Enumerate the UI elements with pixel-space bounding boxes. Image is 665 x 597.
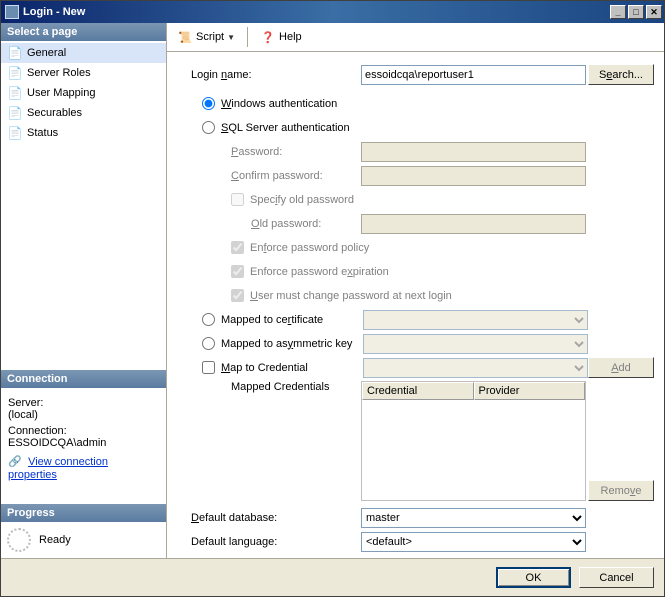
sql-auth-label: SQL Server authentication	[221, 122, 350, 134]
script-label: Script	[196, 31, 224, 43]
remove-button: Remove	[588, 480, 654, 501]
credential-select	[363, 358, 588, 378]
page-list: 📄 General 📄 Server Roles 📄 User Mapping …	[1, 41, 166, 145]
login-name-input[interactable]	[361, 65, 586, 85]
script-icon: 📜	[177, 29, 193, 45]
ok-button[interactable]: OK	[496, 567, 571, 588]
old-password-input	[361, 214, 586, 234]
windows-auth-radio[interactable]	[202, 97, 215, 110]
link-icon: 🔗	[8, 455, 22, 469]
page-icon: 📄	[7, 105, 23, 121]
dialog-button-bar: OK Cancel	[1, 558, 664, 596]
page-label: Status	[27, 127, 58, 139]
confirm-password-label: Confirm password:	[231, 170, 361, 182]
default-database-select[interactable]: master	[361, 508, 586, 528]
map-credential-label: Map to Credential	[221, 362, 363, 374]
connection-header: Connection	[1, 370, 166, 388]
close-button[interactable]: ✕	[646, 5, 662, 19]
connection-value: ESSOIDCQA\admin	[8, 437, 159, 449]
enforce-expiration-label: Enforce password expiration	[250, 266, 389, 278]
select-page-header: Select a page	[1, 23, 166, 41]
page-label: Server Roles	[27, 67, 91, 79]
mapped-asym-label: Mapped to asymmetric key	[221, 338, 363, 350]
mapped-cert-radio[interactable]	[202, 313, 215, 326]
password-label: Password:	[231, 146, 361, 158]
page-general[interactable]: 📄 General	[1, 43, 166, 63]
view-connection-properties-link[interactable]: View connection properties	[8, 456, 108, 481]
page-label: Securables	[27, 107, 82, 119]
password-input	[361, 142, 586, 162]
page-icon: 📄	[7, 85, 23, 101]
login-name-label: Login name:	[191, 69, 361, 81]
default-language-select[interactable]: <default>	[361, 532, 586, 552]
page-label: User Mapping	[27, 87, 95, 99]
page-label: General	[27, 47, 66, 59]
provider-column-header[interactable]: Provider	[474, 382, 586, 400]
window-title: Login - New	[23, 6, 608, 18]
minimize-button[interactable]: _	[610, 5, 626, 19]
help-icon: ❓	[260, 29, 276, 45]
certificate-select	[363, 310, 588, 330]
must-change-checkbox	[231, 289, 244, 302]
specify-old-password-label: Specify old password	[250, 194, 354, 206]
page-server-roles[interactable]: 📄 Server Roles	[1, 63, 166, 83]
maximize-button[interactable]: □	[628, 5, 644, 19]
help-button[interactable]: ❓ Help	[256, 27, 306, 47]
mapped-credentials-label: Mapped Credentials	[231, 381, 361, 393]
page-icon: 📄	[7, 65, 23, 81]
enforce-expiration-checkbox	[231, 265, 244, 278]
asym-key-select	[363, 334, 588, 354]
server-label: Server:	[8, 397, 159, 409]
login-new-dialog: Login - New _ □ ✕ Select a page 📄 Genera…	[0, 0, 665, 597]
progress-status: Ready	[39, 534, 71, 546]
search-button[interactable]: Search...	[588, 64, 654, 85]
general-form: Login name: Search... Windows authentica…	[167, 52, 664, 558]
page-status[interactable]: 📄 Status	[1, 123, 166, 143]
mapped-cert-label: Mapped to certificate	[221, 314, 363, 326]
script-button[interactable]: 📜 Script ▼	[173, 27, 239, 47]
page-user-mapping[interactable]: 📄 User Mapping	[1, 83, 166, 103]
help-label: Help	[279, 31, 302, 43]
cancel-button[interactable]: Cancel	[579, 567, 654, 588]
toolbar: 📜 Script ▼ ❓ Help	[167, 23, 664, 52]
progress-icon	[7, 528, 31, 552]
windows-auth-label: Windows authentication	[221, 98, 337, 110]
left-panel: Select a page 📄 General 📄 Server Roles 📄…	[1, 23, 167, 558]
toolbar-separator	[247, 27, 248, 47]
connection-info: Server: (local) Connection: ESSOIDCQA\ad…	[1, 388, 166, 486]
progress-header: Progress	[1, 504, 166, 522]
enforce-policy-checkbox	[231, 241, 244, 254]
default-database-label: Default database:	[191, 512, 361, 524]
page-icon: 📄	[7, 125, 23, 141]
server-value: (local)	[8, 409, 159, 421]
confirm-password-input	[361, 166, 586, 186]
chevron-down-icon: ▼	[227, 33, 235, 42]
page-securables[interactable]: 📄 Securables	[1, 103, 166, 123]
credential-column-header[interactable]: Credential	[362, 382, 474, 400]
map-credential-checkbox[interactable]	[202, 361, 215, 374]
content-area: Select a page 📄 General 📄 Server Roles 📄…	[1, 23, 664, 558]
titlebar[interactable]: Login - New _ □ ✕	[1, 1, 664, 23]
mapped-credentials-table[interactable]: Credential Provider	[361, 381, 586, 501]
must-change-label: User must change password at next login	[250, 290, 452, 302]
specify-old-password-checkbox	[231, 193, 244, 206]
default-language-label: Default language:	[191, 536, 361, 548]
page-icon: 📄	[7, 45, 23, 61]
old-password-label: Old password:	[251, 218, 361, 230]
mapped-asym-radio[interactable]	[202, 337, 215, 350]
sql-auth-radio[interactable]	[202, 121, 215, 134]
app-icon	[5, 5, 19, 19]
right-panel: 📜 Script ▼ ❓ Help Login name: Search...	[167, 23, 664, 558]
add-button: Add	[588, 357, 654, 378]
enforce-policy-label: Enforce password policy	[250, 242, 369, 254]
connection-label: Connection:	[8, 425, 159, 437]
progress-body: Ready	[1, 522, 166, 558]
